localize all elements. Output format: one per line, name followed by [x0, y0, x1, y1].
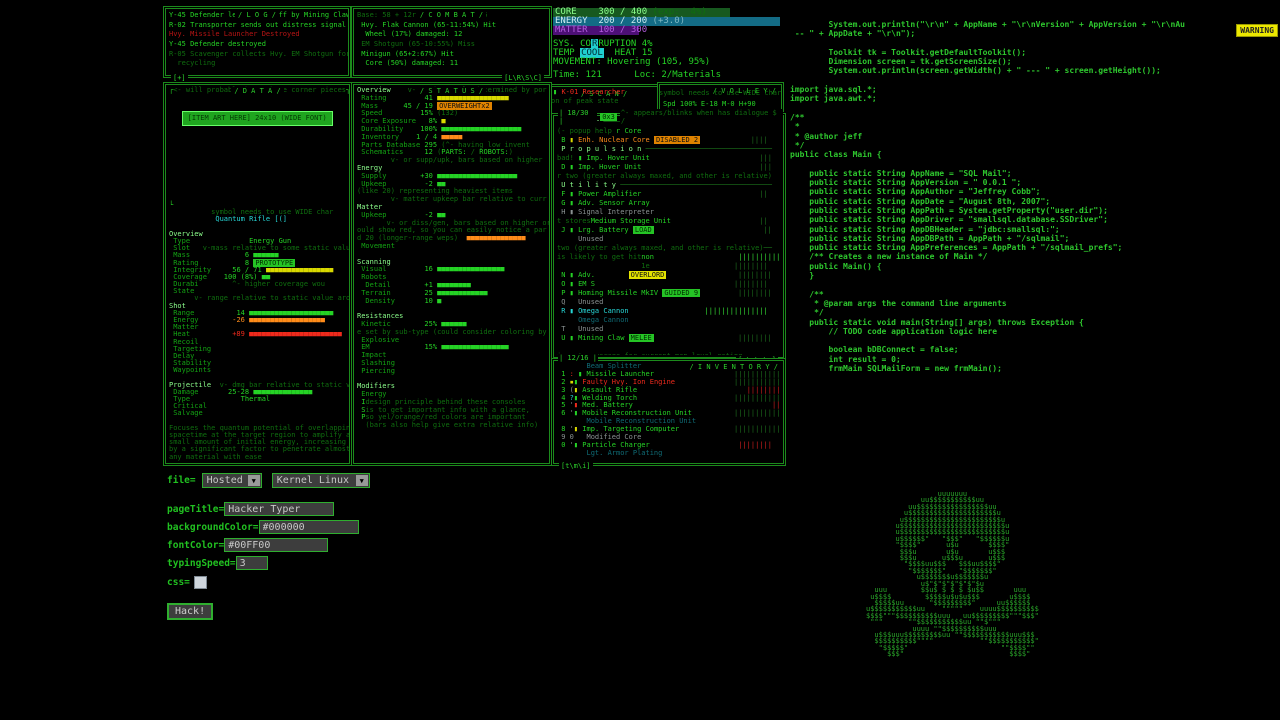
background-color-input[interactable] [259, 520, 359, 534]
matter-bar: MATTER 100 / 300 [553, 26, 780, 35]
parts-panel: | 18/30 | 0x3 ^- appears/blinks when has… [551, 113, 786, 360]
typing-speed-input[interactable] [236, 556, 268, 570]
parts-count: | 18/30 | [558, 109, 597, 125]
ascii-skull-art: uuuuuuu uu$$$$$$$$$$$uu uu$$$$$$$$$$$$$$… [866, 491, 1039, 658]
volley-panel: / V O L L E Y / Spd 100% E-18 M-0 H+90 [657, 82, 784, 112]
typed-code-output: System.out.println("\r\n" + AppName + "\… [790, 20, 1185, 373]
font-color-input[interactable] [224, 538, 328, 552]
log-panel-title: / L O G / [166, 2, 348, 21]
parts-lines[interactable]: P o w e r ──────────────────────────────… [554, 116, 783, 355]
css-checkbox[interactable] [194, 576, 207, 589]
settings-form: file= Hosted ▼ Kernel Linux ▼ pageTitle=… [167, 473, 380, 620]
data-panel-title: / D A T A / [166, 78, 349, 97]
inventory-panel: | 12/16 | / I N V E N T O R Y / Beam Spl… [551, 358, 786, 466]
inventory-footer: [t\m\i] [559, 462, 593, 470]
combat-panel-title: / C O M B A T / [354, 2, 549, 21]
os-select[interactable]: Kernel Linux ▼ [272, 473, 370, 488]
css-label: css= [167, 577, 190, 588]
parts-multiplier-badge: 0x3 [600, 113, 617, 121]
status-panel: / S T A T U S / Overview v- rating scale… [351, 82, 552, 466]
inventory-lines[interactable]: Beam Splitter 1 : ▮ Missile Launcher |||… [554, 361, 783, 461]
parts-note: ^- appears/blinks when has dialogue $ / [620, 109, 783, 125]
volley-summary: Spd 100% E-18 M-0 H+90 [663, 100, 756, 108]
status-panel-title: / S T A T U S / [354, 78, 549, 97]
hacker-typer-page: / L O G / Y-45 Defender leg ripped off b… [0, 0, 1280, 720]
chevron-down-icon[interactable]: ▼ [356, 475, 368, 486]
background-color-label: backgroundColor= [167, 522, 259, 533]
inventory-panel-header: | 12/16 | [558, 354, 598, 362]
typing-speed-label: typingSpeed= [167, 558, 236, 569]
log-panel: / L O G / Y-45 Defender leg ripped off b… [163, 6, 351, 78]
file-select-value: Hosted [203, 475, 247, 486]
scan-panel-border: / S C A N / [551, 84, 657, 87]
page-title-input[interactable] [224, 502, 334, 516]
file-select[interactable]: Hosted ▼ [202, 473, 262, 488]
hack-button[interactable]: Hack! [167, 603, 213, 620]
file-label: file= [167, 475, 196, 486]
data-panel: / D A T A / ┌<- will probably keep these… [163, 82, 352, 466]
font-color-label: fontColor= [167, 540, 224, 551]
movement-readout: MOVEMENT: Hovering (105, 95%) [553, 58, 780, 67]
overflow-note: on of peak state [551, 97, 618, 105]
wide-char-note: symbol needs to use WIDE char [659, 89, 781, 97]
inventory-count: | 12/16 | [558, 354, 598, 362]
vitals-readout: CORE 300 / 400 (exp: 4%) ENERGY 200 / 20… [553, 8, 780, 80]
parts-panel-header: | 18/30 | 0x3 ^- appears/blinks when has… [558, 109, 783, 125]
os-select-value: Kernel Linux [273, 475, 353, 486]
scan-target-readout: ▮ K-01 Researcher [553, 88, 625, 96]
combat-panel: / C O M B A T / Base: 58 + 12r - 4hc - 4… [351, 6, 552, 78]
status-lines: Overview v- rating scale determined by p… [354, 85, 549, 461]
chevron-down-icon[interactable]: ▼ [248, 475, 260, 486]
inventory-panel-title: / I N V E N T O R Y / [687, 354, 780, 373]
page-title-label: pageTitle= [167, 504, 224, 515]
data-lines: ┌<- will probably keep these corner piec… [166, 85, 349, 461]
warning-badge: WARNING [1236, 24, 1278, 37]
